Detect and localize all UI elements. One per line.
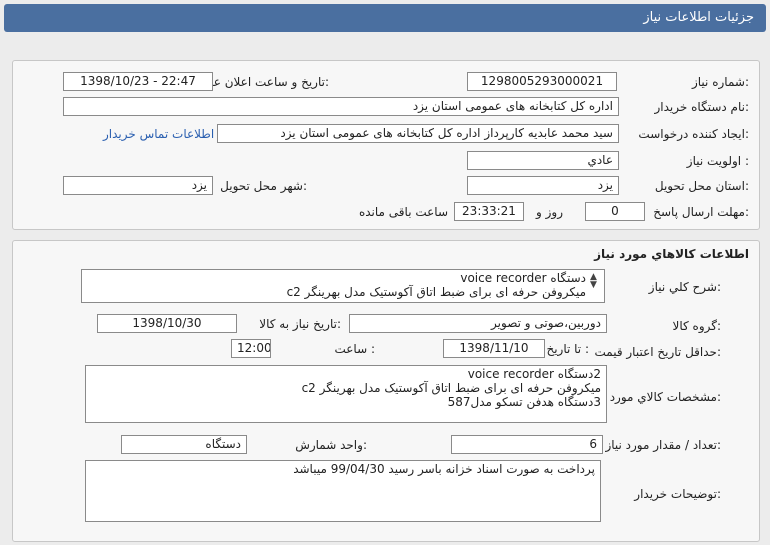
remaining-label: ساعت باقی مانده — [358, 205, 448, 219]
need-date-label: تاريخ نياز به کالا: — [259, 317, 341, 331]
price-time-field: 12:00 — [231, 339, 271, 358]
city-label: شهر محل تحويل: — [220, 179, 307, 193]
announce-datetime-field: 1398/10/23 - 22:47 — [63, 72, 213, 91]
need-info-panel: شماره نياز: 1298005293000021 تاريخ و ساع… — [12, 60, 760, 230]
priority-label: اولويت نياز : — [686, 154, 749, 168]
page-title: جزئيات اطلاعات نياز — [643, 10, 754, 25]
city-field: یزد — [63, 176, 213, 195]
unit-label: واحد شمارش: — [295, 438, 367, 452]
quantity-field: 6 — [451, 435, 603, 454]
page-header: جزئيات اطلاعات نياز — [4, 4, 766, 32]
buyer-contact-link[interactable]: اطلاعات تماس خريدار — [103, 127, 214, 141]
buyer-notes-field: پرداخت به صورت اسناد خزانه باسر رسید 99/… — [85, 460, 601, 522]
deadline-label: مهلت ارسال پاسخ: — [653, 205, 749, 219]
general-desc-field: دستگاه voice recorder میکروفن حرفه ای بر… — [81, 269, 605, 303]
buyer-notes-label: توضيحات خريدار: — [634, 487, 721, 501]
goods-panel: اطلاعات کالاهاي مورد نياز شرح کلي نياز: … — [12, 240, 760, 542]
creator-label: ايجاد کننده درخواست: — [638, 127, 749, 141]
buyer-field: اداره کل کتابخانه های عمومی استان یزد — [63, 97, 619, 116]
buyer-label: نام دستگاه خريدار: — [654, 100, 750, 114]
time-remaining-field: 23:33:21 — [454, 202, 524, 221]
creator-field: سید محمد عابدیه کارپرداز اداره کل کتابخا… — [217, 124, 619, 143]
days-field: 0 — [585, 202, 645, 221]
goods-spec-field: 2دستگاه voice recorder میکروفن حرفه ای ب… — [85, 365, 607, 423]
province-field: یزد — [467, 176, 619, 195]
goods-section-title: اطلاعات کالاهاي مورد نياز — [594, 247, 749, 261]
quantity-label: تعداد / مقدار مورد نياز: — [605, 438, 721, 452]
priority-field: عادي — [467, 151, 619, 170]
price-time-label: ساعت : — [334, 342, 375, 356]
until-date-label: تا تاريخ : — [546, 342, 589, 356]
days-unit: روز و — [536, 205, 563, 219]
need-date-field: 1398/10/30 — [97, 314, 237, 333]
goods-spec-label: مشخصات کالاي مورد نياز: — [589, 390, 721, 404]
general-desc-label: شرح کلي نياز: — [648, 280, 721, 294]
need-number-field: 1298005293000021 — [467, 72, 617, 91]
until-date-field: 1398/11/10 — [443, 339, 545, 358]
unit-field: دستگاه — [121, 435, 247, 454]
min-price-validity-label: حداقل تاريخ اعتبار قيمت: — [594, 345, 721, 359]
goods-group-field: دوربین،صوتی و تصویر — [349, 314, 607, 333]
scroll-arrows-icon[interactable]: ▲ ▼ — [590, 273, 597, 290]
need-number-label: شماره نياز: — [691, 75, 749, 89]
goods-group-label: گروه کالا: — [672, 319, 722, 333]
province-label: استان محل تحويل: — [654, 179, 749, 193]
